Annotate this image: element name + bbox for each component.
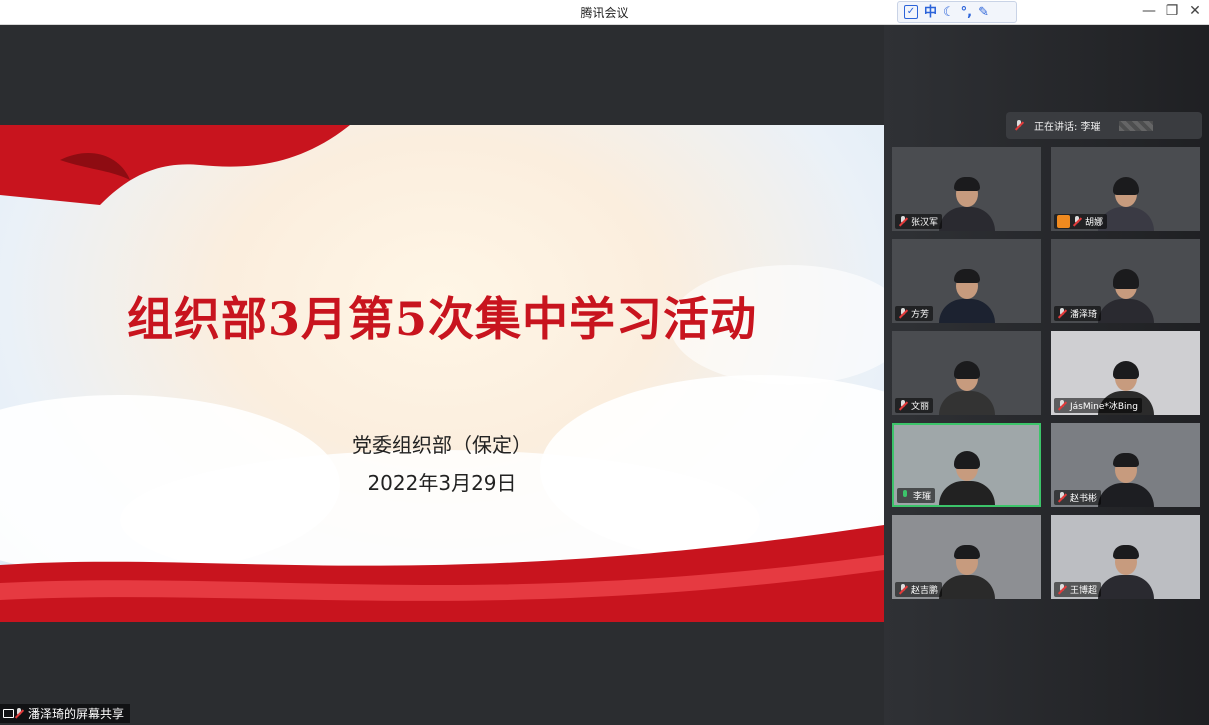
participant-name: 文丽 — [911, 402, 930, 412]
participant-label: 赵书彬 — [1054, 490, 1102, 505]
mic-muted-icon — [1072, 215, 1082, 228]
participant-tile[interactable]: 张汉军 — [892, 147, 1041, 231]
video-feed — [938, 269, 995, 323]
participant-name: 方芳 — [911, 310, 930, 320]
participant-tile[interactable]: 赵吉鹏 — [892, 515, 1041, 599]
participant-name: 赵书彬 — [1070, 494, 1098, 504]
participant-label: 文丽 — [895, 398, 934, 413]
participant-label: 赵吉鹏 — [895, 582, 943, 597]
participant-tile[interactable]: 胡娜 — [1051, 147, 1200, 231]
presentation-slide: 组织部3月第5次集中学习活动 党委组织部（保定） 2022年3月29日 — [0, 125, 884, 622]
screen-share-label: 潘泽琦的屏幕共享 — [0, 704, 131, 723]
mic-muted-icon — [898, 399, 908, 412]
checkbox-icon[interactable]: ✓ — [904, 5, 918, 19]
participant-name: JásMine*冰Bing — [1070, 402, 1138, 412]
participant-tile[interactable]: 方芳 — [892, 239, 1041, 323]
mic-muted-icon — [898, 307, 908, 320]
participant-name: 李璀 — [913, 492, 932, 502]
close-button[interactable]: ✕ — [1186, 3, 1204, 19]
slide-date: 2022年3月29日 — [367, 471, 517, 495]
mic-muted-icon — [1057, 491, 1067, 504]
participant-label: 张汉军 — [895, 214, 943, 229]
participant-tile[interactable]: JásMine*冰Bing — [1051, 331, 1200, 415]
mic-muted-icon — [898, 215, 908, 228]
host-avatar-icon — [1057, 215, 1070, 228]
participant-label: 李璀 — [897, 488, 936, 503]
speaking-indicator: 正在讲话: 李璀 — [1006, 112, 1202, 139]
mic-on-icon — [900, 489, 910, 502]
participant-label: 方芳 — [895, 306, 934, 321]
screen-share-icon — [3, 709, 14, 718]
mic-muted-icon — [1014, 119, 1024, 132]
moon-icon[interactable]: ☾ — [943, 6, 955, 19]
video-feed — [938, 545, 995, 599]
app-title: 腾讯会议 — [580, 6, 629, 20]
mic-muted-icon — [1057, 399, 1067, 412]
participant-label: 王博超 — [1054, 582, 1102, 597]
participant-name: 胡娜 — [1085, 218, 1104, 228]
participant-tile-active[interactable]: 李璀 — [892, 423, 1041, 507]
slide-title: 组织部3月第5次集中学习活动 — [126, 292, 757, 346]
ime-mode-label[interactable]: 中 — [924, 6, 937, 19]
mic-muted-icon — [14, 707, 24, 720]
ime-toolbar[interactable]: ✓ 中 ☾ °, ✎ — [897, 1, 1017, 23]
participant-name: 赵吉鹏 — [911, 586, 939, 596]
mic-muted-icon — [1057, 583, 1067, 596]
participant-label: JásMine*冰Bing — [1054, 398, 1142, 413]
participant-tile[interactable]: 王博超 — [1051, 515, 1200, 599]
speaking-text: 正在讲话: 李璀 — [1034, 122, 1101, 133]
participant-label: 胡娜 — [1054, 214, 1108, 229]
video-feed — [938, 361, 995, 415]
video-feed — [1097, 453, 1154, 507]
participant-label: 潘泽琦 — [1054, 306, 1102, 321]
participant-name: 王博超 — [1070, 586, 1098, 596]
title-bar: 腾讯会议 ✓ 中 ☾ °, ✎ — ❐ ✕ — [0, 0, 1209, 25]
slide-organization: 党委组织部（保定） — [352, 433, 532, 457]
video-feed — [938, 177, 995, 231]
mic-muted-icon — [898, 583, 908, 596]
video-feed — [1097, 545, 1154, 599]
screen-share-text: 潘泽琦的屏幕共享 — [28, 707, 125, 721]
punctuation-icon[interactable]: °, — [961, 6, 972, 19]
participant-tile[interactable]: 赵书彬 — [1051, 423, 1200, 507]
participant-name: 潘泽琦 — [1070, 310, 1098, 320]
restore-button[interactable]: ❐ — [1163, 3, 1181, 19]
participant-name: 张汉军 — [911, 218, 939, 228]
participant-tile[interactable]: 文丽 — [892, 331, 1041, 415]
video-feed — [938, 451, 995, 505]
participant-tile[interactable]: 潘泽琦 — [1051, 239, 1200, 323]
video-feed — [1097, 269, 1154, 323]
mic-muted-icon — [1057, 307, 1067, 320]
minimize-button[interactable]: — — [1140, 3, 1158, 19]
wrench-icon[interactable]: ✎ — [978, 6, 989, 19]
slide-background-art — [0, 125, 884, 622]
blurred-name — [1118, 120, 1153, 131]
